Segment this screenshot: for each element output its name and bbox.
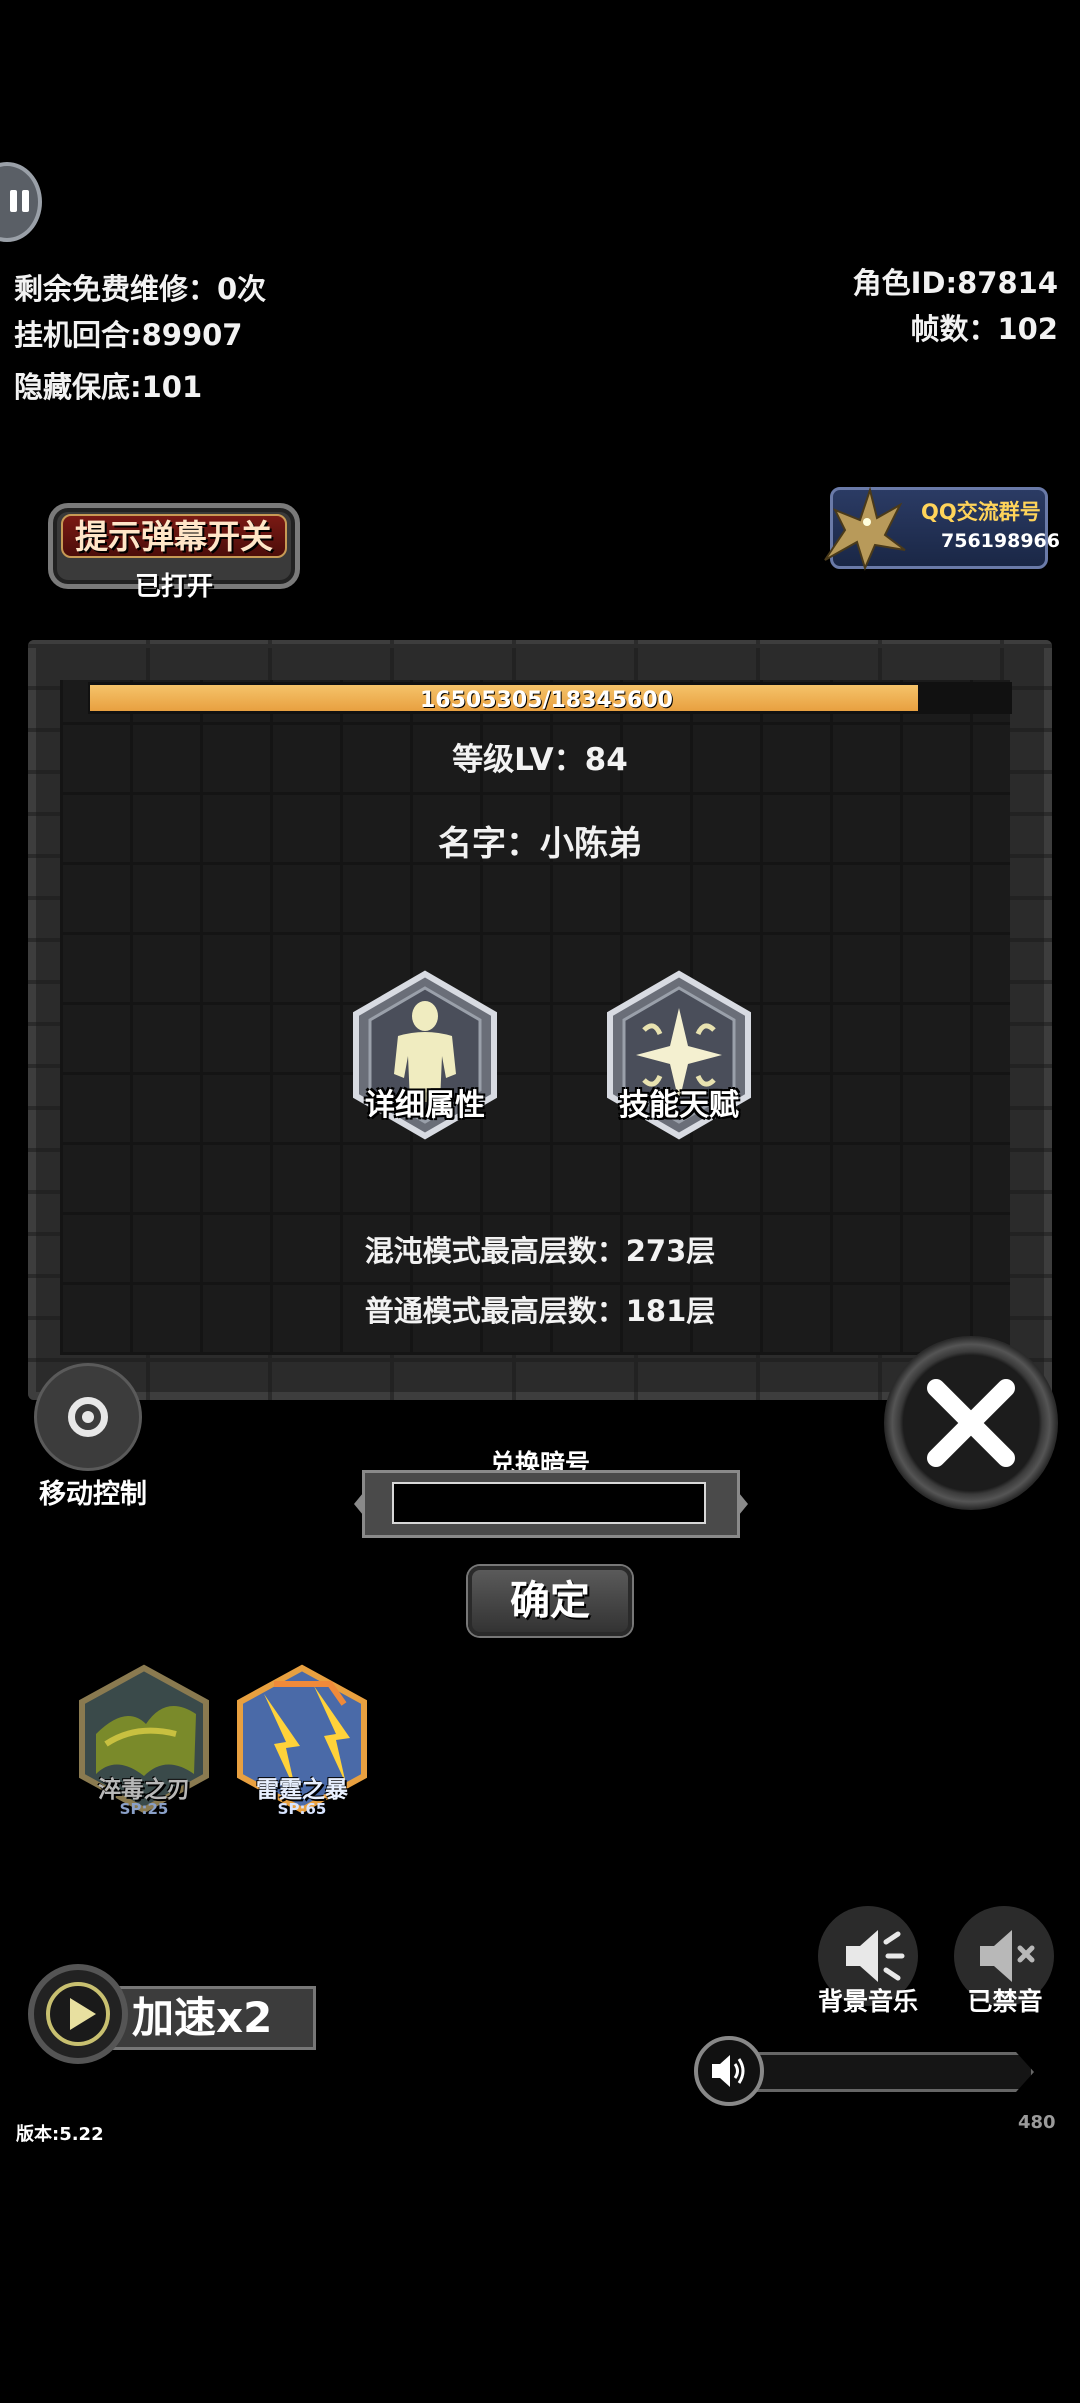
character-name-text: 名字：小陈弟 — [438, 824, 642, 864]
skill-talent-button[interactable]: 技能天赋 — [604, 970, 754, 1144]
pause-icon-bar-right — [22, 190, 29, 212]
skill-talent-label: 技能天赋 — [619, 1088, 739, 1123]
move-control-button[interactable] — [34, 1363, 142, 1471]
volume-slider[interactable] — [694, 2036, 1044, 2106]
skill-sp: SP:25 — [119, 1800, 169, 1818]
qq-group-badge[interactable]: QQ交流群号 756198966 — [824, 486, 1060, 571]
close-button[interactable] — [884, 1336, 1058, 1510]
skill-name: 淬毒之刃 — [98, 1777, 190, 1803]
hidden-pity-text: 隐藏保底:101 — [14, 370, 203, 404]
fps-text: 帧数：102 — [910, 312, 1058, 346]
fps-small-text: 480 — [1018, 2112, 1056, 2133]
pause-button[interactable] — [0, 162, 42, 242]
detail-attributes-button[interactable]: 详细属性 — [350, 970, 500, 1144]
idle-rounds-text: 挂机回合:89907 — [14, 318, 243, 352]
volume-track — [734, 2052, 1034, 2092]
skill-slot-thunder-storm[interactable]: 雷霆之暴 SP:65 — [234, 1664, 370, 1818]
skill-sp: SP:65 — [277, 1800, 327, 1818]
skill-name: 雷霆之暴 — [256, 1777, 348, 1803]
free-repairs-text: 剩余免费维修：0次 — [14, 272, 267, 306]
level-text: 等级LV：84 — [452, 742, 628, 778]
speed-toggle-button[interactable]: 加速x2 — [28, 1964, 316, 2066]
pause-icon-bar-left — [10, 190, 17, 212]
mute-label: 已禁音 — [967, 1987, 1043, 2016]
qq-group-title: QQ交流群号 — [921, 500, 1041, 524]
danmaku-toggle-button[interactable]: 提示弹幕开关 已打开 — [48, 503, 300, 602]
detail-attributes-label: 详细属性 — [365, 1088, 485, 1123]
play-icon — [46, 1982, 110, 2046]
bgm-label: 背景音乐 — [817, 1987, 918, 2016]
confirm-button[interactable]: 确定 — [468, 1566, 632, 1636]
danmaku-toggle-title: 提示弹幕开关 — [75, 517, 273, 556]
volume-icon — [712, 2055, 745, 2087]
qq-group-number: 756198966 — [941, 530, 1060, 552]
dragon-icon — [824, 486, 906, 571]
chaos-max-floor-text: 混沌模式最高层数：273层 — [364, 1234, 716, 1268]
move-control-label: 移动控制 — [39, 1479, 147, 1510]
danmaku-toggle-status: 已打开 — [134, 572, 213, 602]
role-id-text: 角色ID:87814 — [852, 266, 1058, 300]
play-button-frame — [28, 1964, 128, 2064]
hp-text: 16505305/18345600 — [420, 688, 673, 713]
skill-slot-poison-blade[interactable]: 淬毒之刃 SP:25 — [76, 1664, 212, 1818]
speed-label: 加速x2 — [132, 1993, 273, 2042]
redeem-code-input[interactable] — [392, 1482, 706, 1524]
joystick-center-dot — [82, 1411, 94, 1423]
normal-max-floor-text: 普通模式最高层数：181层 — [364, 1294, 716, 1328]
close-icon — [927, 1379, 1015, 1467]
version-text: 版本:5.22 — [16, 2124, 104, 2145]
volume-knob[interactable] — [694, 2036, 764, 2106]
